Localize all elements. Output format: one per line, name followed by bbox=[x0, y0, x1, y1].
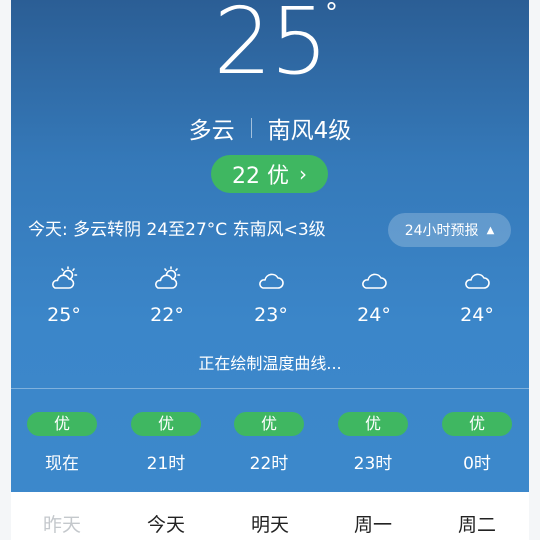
tab-monday[interactable]: 周一 bbox=[333, 510, 413, 537]
wind-info: 南风4级 bbox=[267, 118, 352, 144]
cloud-icon bbox=[362, 273, 387, 289]
hourly-aqi-item[interactable]: 优 现在 bbox=[22, 412, 102, 474]
hour-label: 22时 bbox=[249, 454, 289, 474]
triangle-up-icon: ▲ bbox=[486, 224, 495, 236]
aqi-button[interactable]: 22 优 › bbox=[211, 155, 328, 193]
temperature-curve-status: 正在绘制温度曲线... bbox=[198, 354, 342, 373]
current-temperature-block: 25 ° bbox=[11, 0, 529, 94]
hour-label: 现在 bbox=[45, 454, 79, 474]
forecast-item: 24° bbox=[334, 266, 414, 326]
forecast-temp: 22° bbox=[150, 304, 184, 326]
forecast-strip: 25° 22° 23° 24° 24° bbox=[11, 266, 529, 336]
forecast-temp: 23° bbox=[254, 304, 288, 326]
forecast-item: 23° bbox=[231, 266, 311, 326]
forecast-temp: 24° bbox=[357, 304, 391, 326]
chevron-right-icon: › bbox=[299, 162, 307, 186]
current-temperature: 25 bbox=[213, 0, 328, 95]
aqi-badge: 优 bbox=[234, 412, 304, 436]
cloud-icon bbox=[465, 273, 490, 289]
aqi-badge: 优 bbox=[442, 412, 512, 436]
hour-label: 0时 bbox=[463, 454, 491, 474]
hourly-aqi-strip: 优 现在 优 21时 优 22时 优 23时 优 0时 bbox=[11, 412, 529, 482]
cloud-icon bbox=[259, 273, 284, 289]
forecast-temp: 24° bbox=[460, 304, 494, 326]
aqi-value: 22 优 bbox=[232, 164, 289, 189]
hourly-aqi-item[interactable]: 优 0时 bbox=[437, 412, 517, 474]
tab-tuesday[interactable]: 周二 bbox=[437, 510, 517, 537]
hour-label: 21时 bbox=[146, 454, 186, 474]
tab-yesterday[interactable]: 昨天 bbox=[22, 510, 102, 537]
hourly-aqi-item[interactable]: 优 21时 bbox=[126, 412, 206, 474]
condition-row: 多云 南风4级 bbox=[11, 112, 529, 144]
section-divider bbox=[11, 388, 529, 389]
aqi-badge: 优 bbox=[131, 412, 201, 436]
day-tabs: 昨天 今天 明天 周一 周二 bbox=[11, 492, 529, 540]
hour-label: 23时 bbox=[353, 454, 393, 474]
hourly-forecast-label: 24小时预报 bbox=[404, 223, 479, 239]
today-summary: 今天: 多云转阴 24至27°C 东南风<3级 bbox=[28, 220, 326, 240]
tab-tomorrow[interactable]: 明天 bbox=[230, 510, 310, 537]
hourly-aqi-item[interactable]: 优 23时 bbox=[333, 412, 413, 474]
condition-divider bbox=[250, 118, 252, 138]
forecast-item: 22° bbox=[127, 266, 207, 326]
hourly-aqi-item[interactable]: 优 22时 bbox=[229, 412, 309, 474]
tab-today[interactable]: 今天 bbox=[126, 510, 206, 537]
weather-screen: 25 ° 多云 南风4级 22 优 › 今天: 多云转阴 24至27°C 东南风… bbox=[11, 0, 529, 540]
weather-condition: 多云 bbox=[188, 118, 235, 144]
forecast-item: 24° bbox=[437, 266, 517, 326]
forecast-item: 25° bbox=[24, 266, 104, 326]
hourly-forecast-button[interactable]: 24小时预报 ▲ bbox=[388, 213, 511, 247]
aqi-badge: 优 bbox=[27, 412, 97, 436]
aqi-badge: 优 bbox=[338, 412, 408, 436]
partly-cloudy-sun-icon bbox=[155, 266, 181, 289]
degree-symbol: ° bbox=[325, 0, 338, 28]
forecast-temp: 25° bbox=[47, 304, 81, 326]
partly-cloudy-sun-icon bbox=[52, 266, 78, 289]
